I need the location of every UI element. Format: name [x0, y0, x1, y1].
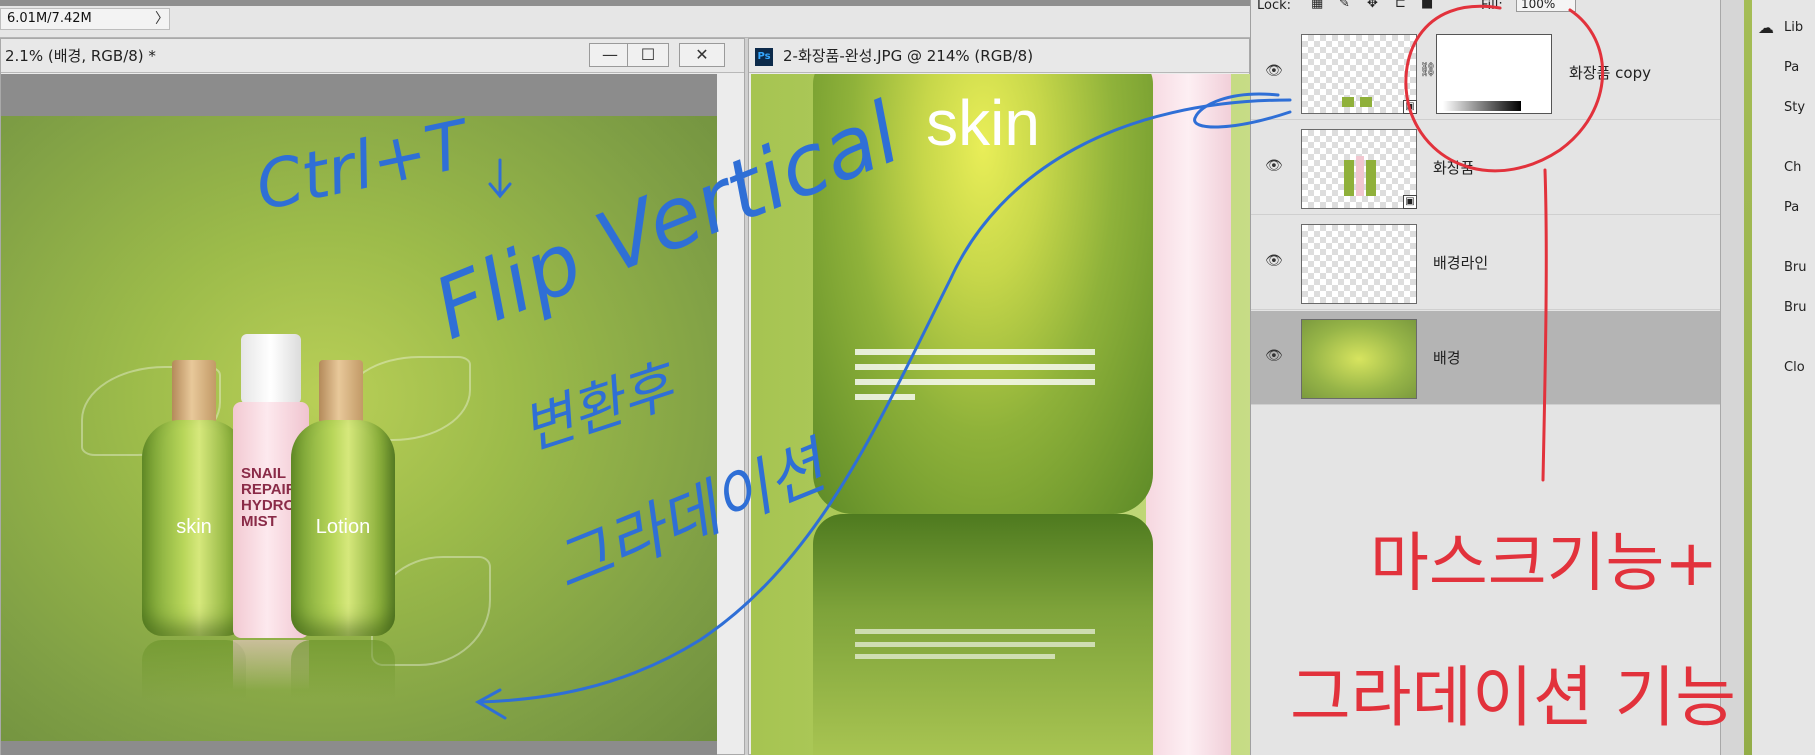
close-button[interactable]: ✕ — [679, 43, 725, 67]
smart-object-icon: ▣ — [1403, 100, 1417, 114]
layer-thumbnail — [1301, 224, 1417, 304]
layer-thumbnail — [1301, 34, 1417, 114]
fine-print-reflection — [855, 642, 1095, 647]
status-arrow-icon[interactable]: 〉 — [155, 8, 169, 28]
left-document-title: 2.1% (배경, RGB/8) * — [5, 47, 156, 65]
visibility-eye-icon[interactable]: 👁 — [1265, 349, 1287, 363]
skin-bottle-reflection — [142, 640, 246, 700]
pink-bottle-zoomed — [1146, 74, 1231, 755]
panel-tab[interactable]: Ch — [1784, 160, 1801, 175]
layer-name[interactable]: 화장품 copy — [1569, 62, 1651, 83]
fine-print-reflection — [855, 629, 1095, 634]
skin-bottle-label: skin — [176, 516, 212, 538]
minimize-button[interactable]: — — [589, 43, 631, 67]
layer-row-copy[interactable]: 👁 ▣ ⛓ 화장품 copy — [1251, 26, 1721, 120]
top-divider — [0, 0, 1250, 6]
bottle-miniature — [1366, 160, 1376, 196]
panel-tab[interactable]: Clo — [1784, 360, 1805, 375]
fine-print-line — [855, 379, 1095, 385]
ps-file-icon: Ps — [755, 48, 773, 66]
bottle-miniature — [1360, 97, 1372, 107]
right-document-window: 2-화장품-완성.JPG @ 214% (RGB/8) Ps skin — [748, 38, 1251, 755]
skin-bottle-cap — [172, 360, 216, 422]
left-document-window: 2.1% (배경, RGB/8) * — ☐ ✕ skin SNAIL REPA… — [0, 38, 745, 755]
lock-all-icon[interactable]: ■ — [1421, 0, 1433, 11]
maximize-button[interactable]: ☐ — [627, 43, 669, 67]
lock-artboard-icon[interactable]: ⊏ — [1395, 0, 1406, 11]
layer-thumbnail — [1301, 319, 1417, 399]
right-panel-strip: ☁ Lib Pa Sty Ch Pa Bru Bru Clo — [1744, 0, 1815, 755]
lock-position-icon[interactable]: ✥ — [1367, 0, 1378, 11]
lotion-bottle-reflection — [291, 640, 395, 700]
skin-bottle-reflection-zoomed — [813, 514, 1153, 755]
lock-row: Lock: ▦ ✎ ✥ ⊏ ■ Fill: 100% — [1251, 0, 1721, 18]
mask-link-icon[interactable]: ⛓ — [1419, 62, 1437, 78]
lotion-bottle-cap — [319, 360, 363, 422]
visibility-eye-icon[interactable]: 👁 — [1265, 254, 1287, 268]
bottle-miniature — [1344, 160, 1354, 196]
panel-tab[interactable]: Bru — [1784, 260, 1807, 275]
layer-row-bgline[interactable]: 👁 배경라인 — [1251, 216, 1721, 310]
doc-size-readout: 6.01M/7.42M — [0, 8, 170, 30]
panel-tab[interactable]: Pa — [1784, 200, 1799, 215]
skin-bottle-zoomed-label: skin — [926, 87, 1040, 159]
status-strip: 6.01M/7.42M 〉 — [0, 0, 1250, 38]
layer-mask-thumbnail[interactable] — [1436, 34, 1552, 114]
panel-tab[interactable]: Lib — [1784, 20, 1803, 35]
lock-label: Lock: — [1257, 0, 1292, 13]
fill-label: Fill: — [1481, 0, 1503, 13]
right-document-titlebar[interactable]: 2-화장품-완성.JPG @ 214% (RGB/8) — [749, 39, 1249, 73]
layer-row-cosmetics[interactable]: 👁 ▣ 화장품 — [1251, 121, 1721, 215]
panel-tab[interactable]: Sty — [1784, 100, 1805, 115]
visibility-eye-icon[interactable]: 👁 — [1265, 64, 1287, 78]
fine-print-reflection — [855, 654, 1055, 659]
pump-cap — [241, 334, 301, 404]
libraries-icon[interactable]: ☁ — [1758, 18, 1774, 37]
right-canvas-area[interactable]: skin — [751, 74, 1251, 755]
layer-name[interactable]: 배경 — [1433, 347, 1461, 368]
bottle-miniature — [1342, 97, 1354, 107]
lock-transparency-icon[interactable]: ▦ — [1311, 0, 1323, 11]
layer-name[interactable]: 화장품 — [1433, 157, 1474, 178]
panel-tab[interactable]: Bru — [1784, 300, 1807, 315]
fine-print-line — [855, 394, 915, 400]
left-canvas-area[interactable]: skin SNAIL REPAIR HYDRO MIST Lotion — [1, 74, 717, 755]
layers-panel: Lock: ▦ ✎ ✥ ⊏ ■ Fill: 100% 👁 ▣ ⛓ 화장품 cop… — [1250, 0, 1721, 755]
bottle-miniature — [1356, 156, 1364, 196]
layer-name[interactable]: 배경라인 — [1433, 252, 1488, 273]
mask-gradient — [1443, 101, 1521, 111]
panel-tab[interactable]: Pa — [1784, 60, 1799, 75]
visibility-eye-icon[interactable]: 👁 — [1265, 159, 1287, 173]
layers-empty-area — [1251, 406, 1721, 755]
layers-scrollbar[interactable] — [1720, 0, 1744, 755]
lock-brush-icon[interactable]: ✎ — [1339, 0, 1350, 11]
layer-thumbnail — [1301, 129, 1417, 209]
lotion-bottle-label: Lotion — [315, 516, 371, 538]
canvas-edge — [1744, 0, 1752, 755]
smart-object-icon: ▣ — [1403, 195, 1417, 209]
left-artwork: skin SNAIL REPAIR HYDRO MIST Lotion — [1, 116, 717, 741]
fine-print-line — [855, 349, 1095, 355]
layer-row-background[interactable]: 👁 배경 — [1251, 311, 1721, 405]
fill-input[interactable]: 100% — [1516, 0, 1576, 12]
fine-print-line — [855, 364, 1095, 370]
right-document-title: 2-화장품-완성.JPG @ 214% (RGB/8) — [783, 47, 1034, 65]
